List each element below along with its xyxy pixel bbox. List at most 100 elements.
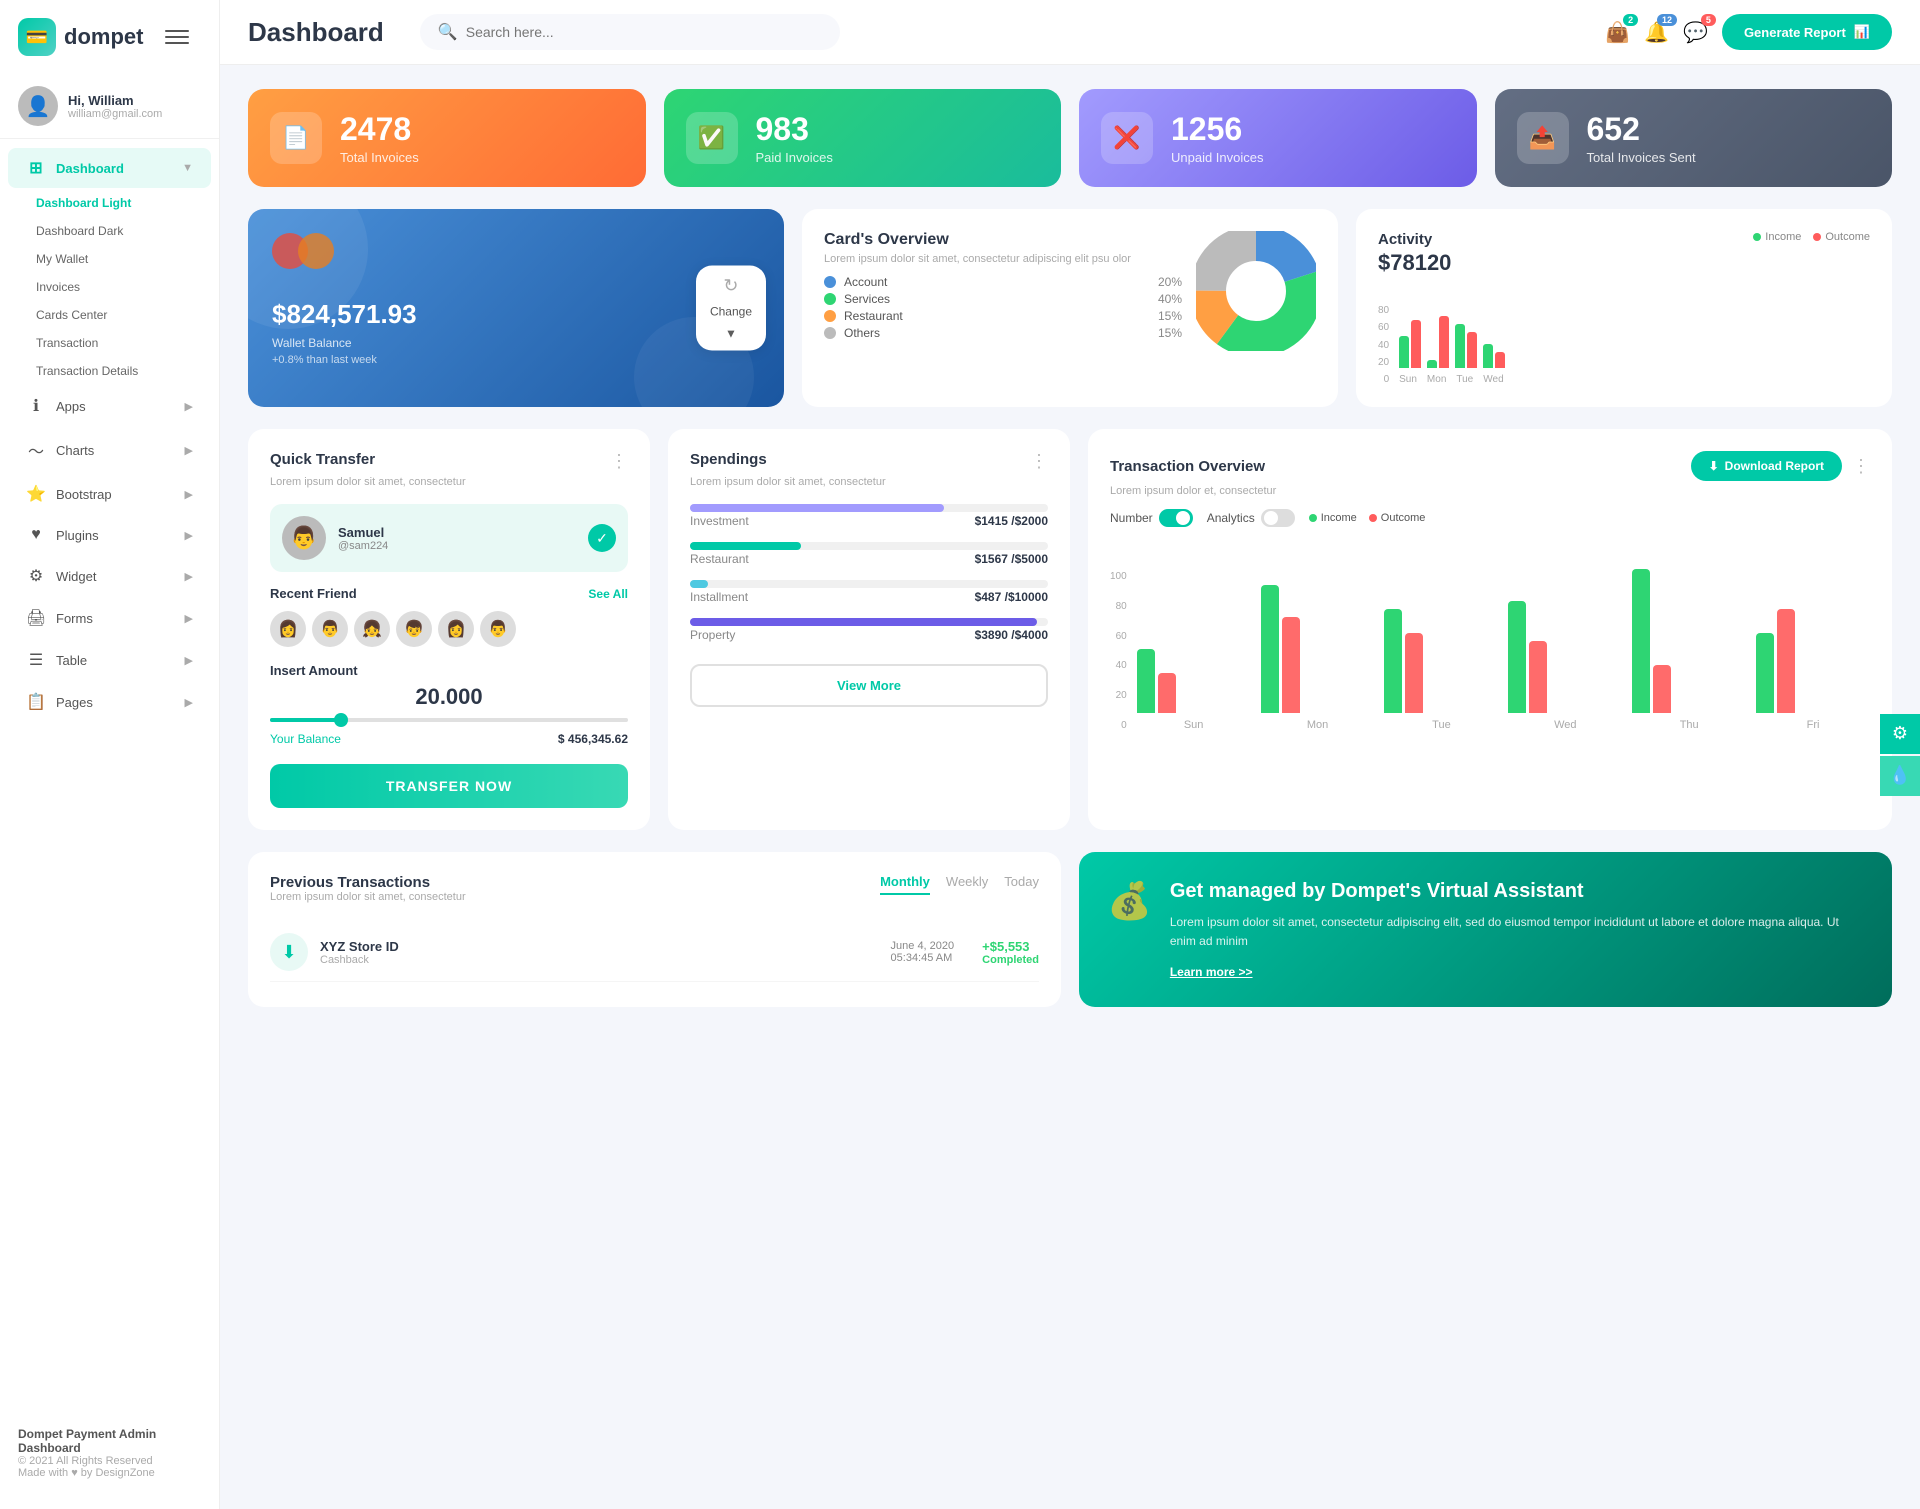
wallet-icon-badge[interactable]: 👜 2 — [1605, 20, 1630, 45]
subnav-transaction[interactable]: Transaction — [0, 329, 219, 357]
tab-weekly[interactable]: Weekly — [946, 874, 988, 895]
mc-circle-orange — [298, 233, 334, 269]
virtual-assistant-icon: 💰 — [1107, 880, 1152, 922]
label-tue: Tue — [1456, 374, 1473, 385]
spendings-header: Spendings ⋮ — [690, 451, 1048, 472]
nav-item-pages[interactable]: 📋 Pages ▶ — [8, 682, 211, 722]
subnav-dashboard-light[interactable]: Dashboard Light — [0, 189, 219, 217]
total-sent-num: 652 — [1587, 111, 1696, 148]
sidebar: 💳 dompet 👤 Hi, William william@gmail.com… — [0, 0, 220, 1509]
tx-wed-outcome — [1529, 641, 1547, 713]
tx-bar-fri — [1756, 609, 1870, 713]
restaurant-total: $5000 — [1015, 552, 1048, 566]
subnav-cards-center[interactable]: Cards Center — [0, 301, 219, 329]
settings-side-button[interactable]: ⚙ — [1880, 714, 1920, 754]
view-more-button[interactable]: View More — [690, 664, 1048, 707]
tx-income-dot — [1309, 514, 1317, 522]
activity-bar-chart — [1399, 288, 1870, 368]
number-toggle-switch[interactable] — [1159, 509, 1193, 527]
subnav-invoices[interactable]: Invoices — [0, 273, 219, 301]
friend-avatar-3[interactable]: 👧 — [354, 611, 390, 647]
search-bar[interactable]: 🔍 — [420, 14, 840, 50]
tab-monthly[interactable]: Monthly — [880, 874, 930, 895]
friend-avatar-4[interactable]: 👦 — [396, 611, 432, 647]
analytics-toggle[interactable]: Analytics — [1207, 509, 1295, 527]
main-content: Dashboard 🔍 👜 2 🔔 12 💬 5 Generate Report… — [220, 0, 1920, 1509]
lower-row: Previous Transactions Lorem ipsum dolor … — [248, 852, 1892, 1007]
friend-avatar-5[interactable]: 👩 — [438, 611, 474, 647]
friend-avatar-1[interactable]: 👩 — [270, 611, 306, 647]
chat-icon-badge[interactable]: 💬 5 — [1683, 20, 1708, 45]
legend-pct-others: 15% — [1158, 326, 1182, 340]
water-drop-side-button[interactable]: 💧 — [1880, 756, 1920, 796]
nav-item-bootstrap[interactable]: ⭐ Bootstrap ▶ — [8, 474, 211, 514]
stat-card-paid-invoices: ✅ 983 Paid Invoices — [664, 89, 1062, 187]
tx-wed-income — [1508, 601, 1526, 713]
nav-item-dashboard[interactable]: ⊞ Dashboard ▼ — [8, 148, 211, 188]
subnav-my-wallet[interactable]: My Wallet — [0, 245, 219, 273]
paid-invoices-num: 983 — [756, 111, 833, 148]
your-balance-value: $ 456,345.62 — [558, 732, 628, 746]
tx-menu-dots[interactable]: ⋮ — [1852, 456, 1870, 477]
legend-dot-restaurant — [824, 310, 836, 322]
check-circle-icon: ✓ — [588, 524, 616, 552]
tx-tue-income — [1384, 609, 1402, 713]
property-label: Property — [690, 628, 735, 642]
subnav-dashboard-dark[interactable]: Dashboard Dark — [0, 217, 219, 245]
download-icon: ⬇ — [1709, 459, 1719, 473]
friend-avatar-2[interactable]: 👨 — [312, 611, 348, 647]
tx-bar-thu — [1632, 569, 1746, 713]
header-actions: 👜 2 🔔 12 💬 5 Generate Report 📊 — [1605, 14, 1892, 50]
nav-arrow-table: ▶ — [185, 654, 193, 667]
learn-more-link[interactable]: Learn more >> — [1170, 965, 1864, 979]
subnav-transaction-details[interactable]: Transaction Details — [0, 357, 219, 385]
analytics-toggle-switch[interactable] — [1261, 509, 1295, 527]
transfer-now-button[interactable]: TRANSFER NOW — [270, 764, 628, 808]
middle-row: $824,571.93 Wallet Balance +0.8% than la… — [248, 209, 1892, 407]
total-sent-label: Total Invoices Sent — [1587, 150, 1696, 165]
income-legend-label: Income — [1765, 231, 1801, 243]
investment-bar — [690, 504, 944, 512]
hamburger-menu[interactable] — [165, 30, 189, 44]
chat-badge: 5 — [1701, 14, 1716, 26]
recent-friends-label: Recent Friend — [270, 586, 357, 601]
total-invoices-icon: 📄 — [270, 112, 322, 164]
tx-toggle-row: Number Analytics Income Outcome — [1110, 509, 1870, 527]
bootstrap-icon: ⭐ — [26, 484, 46, 504]
amount-slider[interactable] — [270, 718, 628, 722]
search-input[interactable] — [466, 24, 822, 40]
bell-icon-badge[interactable]: 🔔 12 — [1644, 20, 1669, 45]
generate-report-button[interactable]: Generate Report 📊 — [1722, 14, 1892, 50]
bar-tue-income — [1455, 324, 1465, 368]
number-toggle-label: Number — [1110, 511, 1153, 525]
number-toggle[interactable]: Number — [1110, 509, 1193, 527]
nav-label-dashboard: Dashboard — [56, 161, 124, 176]
nav-item-apps[interactable]: ℹ Apps ▶ — [8, 386, 211, 426]
nav-label-pages: Pages — [56, 695, 93, 710]
nav-item-plugins[interactable]: ♥ Plugins ▶ — [8, 516, 211, 554]
nav-item-table[interactable]: ☰ Table ▶ — [8, 640, 211, 680]
quick-transfer-menu-dots[interactable]: ⋮ — [610, 451, 628, 472]
total-sent-icon: 📤 — [1517, 112, 1569, 164]
card-overview-subtitle: Lorem ipsum dolor sit amet, consectetur … — [824, 253, 1182, 265]
forms-icon: 🖨 — [26, 608, 46, 628]
download-report-button[interactable]: ⬇ Download Report — [1691, 451, 1842, 481]
see-all-link[interactable]: See All — [588, 587, 628, 601]
installment-label: Installment — [690, 590, 748, 604]
legend-restaurant: Restaurant 15% — [824, 309, 1182, 323]
installment-total: $10000 — [1008, 590, 1048, 604]
virtual-desc: Lorem ipsum dolor sit amet, consectetur … — [1170, 913, 1864, 951]
nav-item-charts[interactable]: 〜 Charts ▶ — [8, 428, 211, 472]
user-name: Hi, William — [68, 93, 162, 108]
nav-item-forms[interactable]: 🖨 Forms ▶ — [8, 598, 211, 638]
spendings-menu-dots[interactable]: ⋮ — [1030, 451, 1048, 472]
wallet-change-button[interactable]: ↻ Change ▼ — [696, 266, 766, 351]
nav-arrow-pages: ▶ — [185, 696, 193, 709]
previous-transactions-panel: Previous Transactions Lorem ipsum dolor … — [248, 852, 1061, 1007]
spending-investment: Investment $1415 /$2000 — [690, 504, 1048, 528]
friend-avatar-6[interactable]: 👨 — [480, 611, 516, 647]
spending-restaurant: Restaurant $1567 /$5000 — [690, 542, 1048, 566]
tab-today[interactable]: Today — [1004, 874, 1039, 895]
nav-item-widget[interactable]: ⚙ Widget ▶ — [8, 556, 211, 596]
prev-tx-title: Previous Transactions — [270, 874, 466, 891]
